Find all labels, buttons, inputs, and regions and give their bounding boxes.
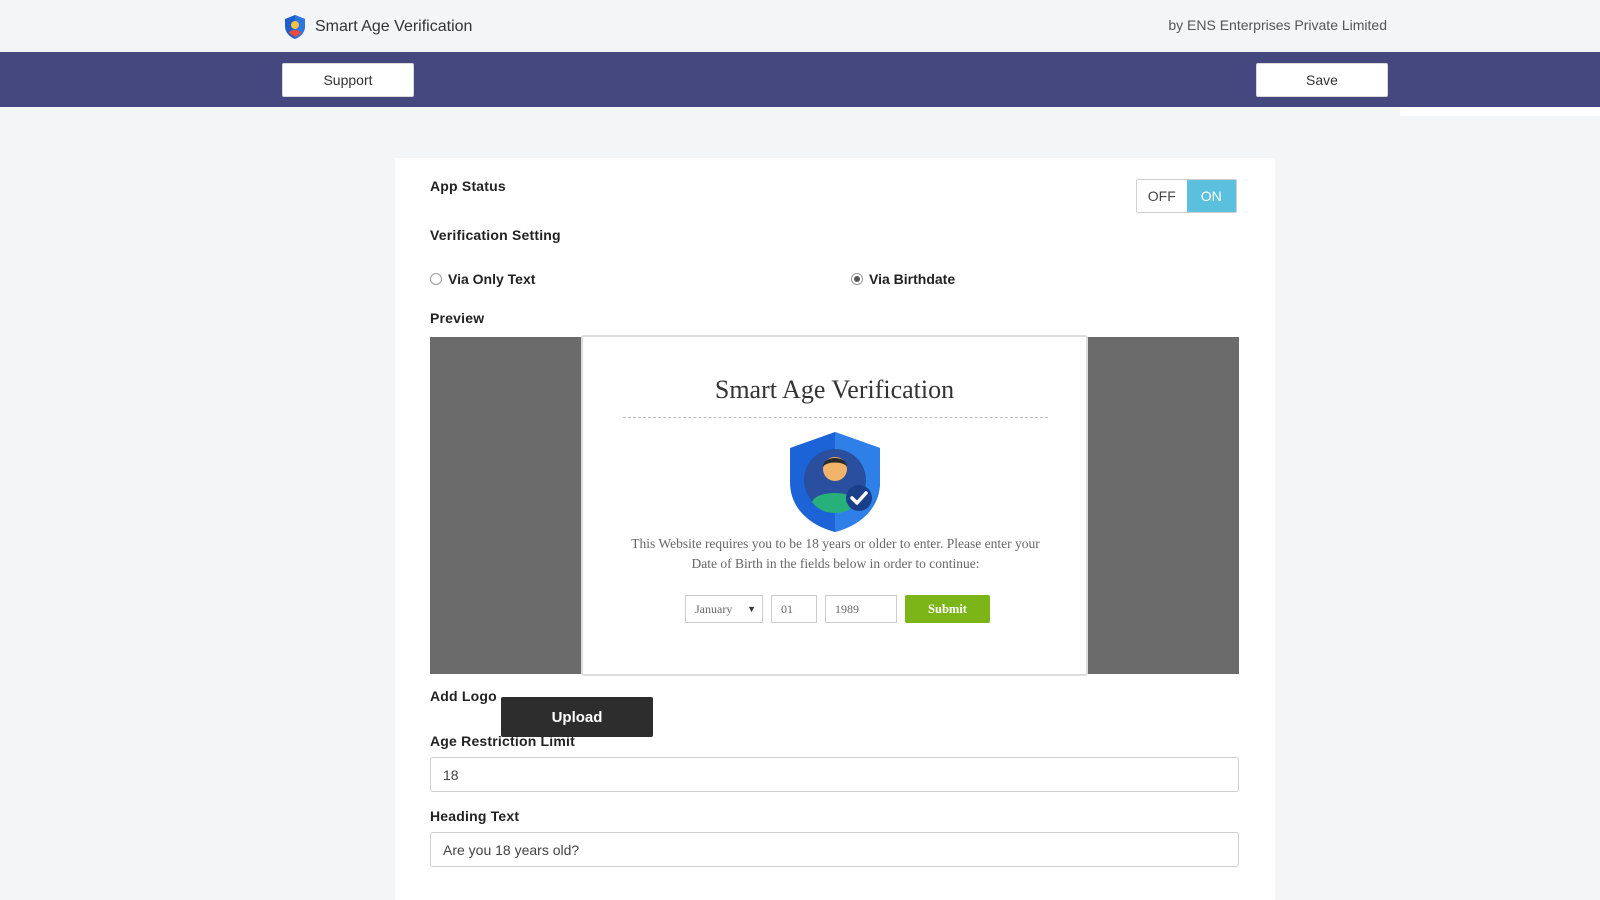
preview-divider [623, 417, 1048, 418]
month-select[interactable]: January ▼ [685, 595, 763, 623]
shield-user-icon [790, 432, 880, 532]
app-status-toggle[interactable]: OFF ON [1136, 179, 1237, 213]
toggle-on[interactable]: ON [1186, 180, 1236, 212]
radio-via-only-text[interactable]: Via Only Text [430, 271, 535, 287]
preview-modal: Smart Age Verification This Website requ… [581, 335, 1088, 676]
day-value: 01 [781, 601, 793, 616]
heading-text-label: Heading Text [430, 808, 520, 824]
app-title: Smart Age Verification [315, 18, 473, 35]
radio-label: Via Only Text [448, 271, 536, 287]
dropdown-arrow-icon: ▼ [747, 604, 756, 614]
upload-button[interactable]: Upload [501, 697, 653, 737]
radio-via-birthdate[interactable]: Via Birthdate [851, 271, 955, 287]
preview-panel: Smart Age Verification This Website requ… [430, 335, 1239, 676]
month-value: January [695, 601, 733, 616]
radio-label: Via Birthdate [869, 271, 956, 287]
support-button[interactable]: Support [282, 63, 414, 97]
radio-button-checked[interactable] [851, 273, 863, 285]
top-bar: Smart Age Verification by ENS Enterprise… [0, 0, 1600, 52]
radio-button[interactable] [430, 273, 442, 285]
vendor-text: by ENS Enterprises Private Limited [1168, 17, 1387, 33]
day-field[interactable]: 01 [771, 595, 817, 623]
shield-logo-icon [285, 15, 305, 39]
dob-row: January ▼ 01 1989 Submit [685, 595, 990, 623]
verification-setting-label: Verification Setting [430, 227, 561, 243]
settings-card: App Status OFF ON Verification Setting V… [395, 158, 1275, 900]
toggle-off[interactable]: OFF [1137, 180, 1187, 212]
preview-message: This Website requires you to be 18 years… [631, 536, 1040, 571]
app-status-label: App Status [430, 178, 506, 194]
divider [1400, 107, 1600, 116]
age-restriction-input[interactable] [430, 757, 1239, 792]
save-button[interactable]: Save [1256, 63, 1388, 97]
brand: Smart Age Verification [283, 14, 472, 40]
nav-bar: Support Save [0, 52, 1600, 107]
year-value: 1989 [835, 601, 859, 616]
age-restriction-label: Age Restriction Limit [430, 733, 575, 749]
preview-title: Smart Age Verification [714, 375, 955, 404]
heading-text-input[interactable] [430, 832, 1239, 867]
preview-label: Preview [430, 310, 485, 326]
preview-submit-button[interactable]: Submit [905, 595, 990, 623]
add-logo-label: Add Logo [430, 688, 497, 704]
year-field[interactable]: 1989 [825, 595, 897, 623]
